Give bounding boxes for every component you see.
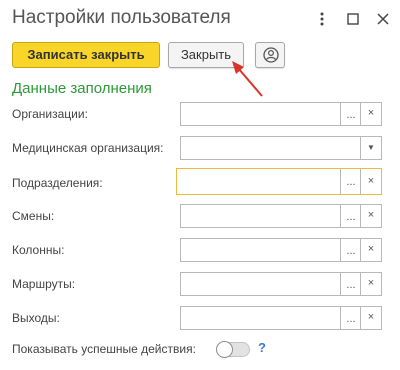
field-label-shifts: Смены: <box>12 209 55 223</box>
columns-select-button[interactable]: ... <box>340 239 361 261</box>
shifts-field: ... × <box>180 204 382 228</box>
shifts-clear-button[interactable]: × <box>360 205 381 227</box>
departments-field: ... × <box>176 168 382 195</box>
organizations-field: ... × <box>180 102 382 126</box>
medical-organization-field: ▼ <box>180 136 382 160</box>
field-label-organizations: Организации: <box>12 107 88 121</box>
shifts-input[interactable] <box>181 205 331 227</box>
departments-input[interactable] <box>177 169 327 194</box>
save-close-button[interactable]: Записать закрыть <box>12 42 160 68</box>
chevron-down-icon[interactable]: ▼ <box>360 137 381 159</box>
show-success-label: Показывать успешные действия: <box>12 342 196 356</box>
columns-clear-button[interactable]: × <box>360 239 381 261</box>
field-label-departments: Подразделения: <box>12 176 103 190</box>
routes-clear-button[interactable]: × <box>360 273 381 295</box>
organizations-clear-button[interactable]: × <box>360 103 381 125</box>
columns-field: ... × <box>180 238 382 262</box>
help-icon[interactable]: ? <box>258 340 266 355</box>
organizations-select-button[interactable]: ... <box>340 103 361 125</box>
toggle-knob <box>216 341 233 358</box>
window-title: Настройки пользователя <box>12 7 231 28</box>
routes-input[interactable] <box>181 273 331 295</box>
routes-select-button[interactable]: ... <box>340 273 361 295</box>
organizations-input[interactable] <box>181 103 331 125</box>
close-icon[interactable] <box>375 10 391 28</box>
field-label-exits: Выходы: <box>12 311 60 325</box>
exits-field: ... × <box>180 306 382 330</box>
medical-organization-input[interactable] <box>181 137 331 159</box>
shifts-select-button[interactable]: ... <box>340 205 361 227</box>
exits-select-button[interactable]: ... <box>340 307 361 329</box>
departments-select-button[interactable]: ... <box>340 169 361 194</box>
departments-clear-button[interactable]: × <box>360 169 381 194</box>
routes-field: ... × <box>180 272 382 296</box>
section-title: Данные заполнения <box>12 80 152 97</box>
field-label-columns: Колонны: <box>12 243 65 257</box>
exits-clear-button[interactable]: × <box>360 307 381 329</box>
field-label-medical-organization: Медицинская организация: <box>12 141 164 155</box>
more-vertical-icon[interactable] <box>314 10 330 28</box>
field-label-routes: Маршруты: <box>12 277 76 291</box>
maximize-icon[interactable] <box>345 10 361 28</box>
show-success-toggle[interactable] <box>216 341 250 358</box>
annotation-arrow-icon <box>232 61 263 97</box>
columns-input[interactable] <box>181 239 331 261</box>
exits-input[interactable] <box>181 307 331 329</box>
